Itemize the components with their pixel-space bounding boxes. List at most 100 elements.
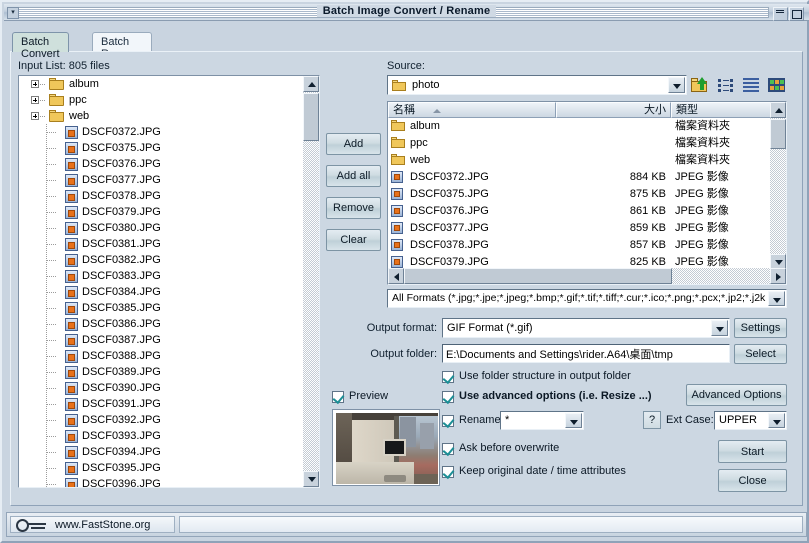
rename-checkbox[interactable]: Rename: [442, 414, 501, 426]
start-button[interactable]: Start: [718, 440, 787, 463]
output-folder-input[interactable]: E:\Documents and Settings\rider.A64\桌面\t…: [442, 344, 730, 363]
close-button[interactable]: Close: [718, 469, 787, 492]
tree-file-row[interactable]: DSCF0393.JPG: [19, 428, 305, 444]
image-file-icon: [65, 222, 78, 235]
tree-file-row[interactable]: DSCF0383.JPG: [19, 268, 305, 284]
file-list-vscrollbar[interactable]: [770, 102, 786, 270]
file-list-hscrollbar[interactable]: [388, 268, 786, 284]
rename-pattern-combo[interactable]: *: [500, 411, 584, 430]
tree-file-row[interactable]: DSCF0385.JPG: [19, 300, 305, 316]
format-filter-combo[interactable]: All Formats (*.jpg;*.jpe;*.jpeg;*.bmp;*.…: [387, 289, 787, 308]
tree-file-row[interactable]: DSCF0381.JPG: [19, 236, 305, 252]
chevron-down-icon[interactable]: [768, 291, 785, 306]
add-button[interactable]: Add: [326, 133, 381, 155]
tree-file-row[interactable]: DSCF0392.JPG: [19, 412, 305, 428]
tree-file-row[interactable]: DSCF0384.JPG: [19, 284, 305, 300]
clear-button[interactable]: Clear: [326, 229, 381, 251]
settings-button[interactable]: Settings: [734, 318, 787, 338]
tree-file-row[interactable]: DSCF0376.JPG: [19, 156, 305, 172]
tree-item-label: DSCF0388.JPG: [82, 348, 161, 364]
input-list-tree[interactable]: albumppcwebDSCF0372.JPGDSCF0375.JPGDSCF0…: [18, 75, 320, 488]
table-row[interactable]: DSCF0375.JPG875 KBJPEG 影像: [388, 186, 770, 203]
chevron-down-icon[interactable]: [565, 413, 582, 428]
preview-checkbox[interactable]: Preview: [332, 390, 388, 402]
table-row[interactable]: DSCF0377.JPG859 KBJPEG 影像: [388, 220, 770, 237]
tree-file-row[interactable]: DSCF0391.JPG: [19, 396, 305, 412]
table-row[interactable]: DSCF0378.JPG857 KBJPEG 影像: [388, 237, 770, 254]
advanced-options-button[interactable]: Advanced Options: [686, 384, 787, 406]
tree-folder-row[interactable]: album: [19, 76, 305, 92]
scroll-right-button[interactable]: [770, 268, 786, 284]
tree-file-row[interactable]: DSCF0378.JPG: [19, 188, 305, 204]
add-all-button[interactable]: Add all: [326, 165, 381, 187]
use-folder-structure-checkbox[interactable]: Use folder structure in output folder: [442, 370, 631, 382]
chevron-down-icon[interactable]: [768, 413, 785, 428]
chevron-down-icon[interactable]: [711, 320, 728, 336]
table-row[interactable]: ppc檔案資料夾: [388, 135, 770, 152]
remove-button[interactable]: Remove: [326, 197, 381, 219]
chevron-down-icon[interactable]: [668, 77, 685, 93]
source-file-list[interactable]: 名稱 大小 類型 album檔案資料夾ppc檔案資料夾web檔案資料夾DSCF0…: [387, 101, 787, 285]
list-view-icon[interactable]: [718, 77, 736, 94]
title-bar: ▾ Batch Image Convert / Rename: [4, 4, 809, 21]
details-view-icon[interactable]: [743, 77, 761, 94]
ext-case-value: UPPER: [719, 412, 766, 429]
tree-file-row[interactable]: DSCF0375.JPG: [19, 140, 305, 156]
tree-file-row[interactable]: DSCF0372.JPG: [19, 124, 305, 140]
column-header-name[interactable]: 名稱: [388, 102, 556, 118]
cell-name: DSCF0376.JPG: [410, 203, 489, 220]
keep-original-date-checkbox[interactable]: Keep original date / time attributes: [442, 465, 626, 477]
source-folder-combo[interactable]: photo: [387, 75, 687, 95]
tree-file-row[interactable]: DSCF0386.JPG: [19, 316, 305, 332]
window-title-text: Batch Image Convert / Rename: [317, 5, 497, 17]
up-one-level-icon[interactable]: [691, 77, 709, 94]
tree-file-row[interactable]: DSCF0380.JPG: [19, 220, 305, 236]
scroll-left-button[interactable]: [388, 268, 404, 284]
table-row[interactable]: DSCF0376.JPG861 KBJPEG 影像: [388, 203, 770, 220]
status-website-cell[interactable]: www.FastStone.org: [10, 516, 175, 533]
maximize-icon[interactable]: [789, 7, 804, 21]
column-header-size[interactable]: 大小: [556, 102, 671, 118]
expand-icon[interactable]: [31, 112, 39, 120]
scrollbar-thumb[interactable]: [303, 93, 319, 141]
scroll-down-button[interactable]: [303, 471, 319, 487]
tree-file-row[interactable]: DSCF0389.JPG: [19, 364, 305, 380]
tree-file-row[interactable]: DSCF0387.JPG: [19, 332, 305, 348]
tree-file-row[interactable]: DSCF0394.JPG: [19, 444, 305, 460]
input-list-scrollbar[interactable]: [303, 76, 319, 487]
table-row[interactable]: album檔案資料夾: [388, 118, 770, 135]
tree-file-row[interactable]: DSCF0396.JPG: [19, 476, 305, 487]
output-format-combo[interactable]: GIF Format (*.gif): [442, 318, 730, 338]
system-menu-icon[interactable]: ▾: [7, 7, 19, 19]
scroll-up-button[interactable]: [770, 102, 786, 118]
tab-batch-convert[interactable]: Batch Convert: [12, 32, 69, 52]
format-filter-value: All Formats (*.jpg;*.jpe;*.jpeg;*.bmp;*.…: [392, 290, 766, 307]
advanced-options-label: Advanced Options: [692, 389, 782, 401]
scrollbar-track[interactable]: [303, 92, 319, 471]
help-button[interactable]: ?: [643, 411, 661, 429]
tree-file-row[interactable]: DSCF0390.JPG: [19, 380, 305, 396]
scrollbar-thumb[interactable]: [770, 119, 786, 149]
cell-name: web: [410, 152, 430, 169]
select-folder-button[interactable]: Select: [734, 344, 787, 364]
tree-file-row[interactable]: DSCF0388.JPG: [19, 348, 305, 364]
scroll-up-button[interactable]: [303, 76, 319, 92]
tree-item-label: DSCF0382.JPG: [82, 252, 161, 268]
tree-folder-row[interactable]: ppc: [19, 92, 305, 108]
expand-icon[interactable]: [31, 80, 39, 88]
ask-before-overwrite-checkbox[interactable]: Ask before overwrite: [442, 442, 559, 454]
tree-file-row[interactable]: DSCF0377.JPG: [19, 172, 305, 188]
scrollbar-thumb[interactable]: [404, 268, 672, 284]
table-row[interactable]: DSCF0372.JPG884 KBJPEG 影像: [388, 169, 770, 186]
table-row[interactable]: web檔案資料夾: [388, 152, 770, 169]
tree-file-row[interactable]: DSCF0395.JPG: [19, 460, 305, 476]
use-advanced-options-checkbox[interactable]: Use advanced options (i.e. Resize ...): [442, 390, 652, 402]
tree-folder-row[interactable]: web: [19, 108, 305, 124]
tab-batch-rename[interactable]: Batch Rename: [92, 32, 152, 52]
tree-file-row[interactable]: DSCF0379.JPG: [19, 204, 305, 220]
ext-case-combo[interactable]: UPPER: [714, 411, 787, 430]
minimize-icon[interactable]: [773, 7, 788, 21]
thumbnails-view-icon[interactable]: [768, 77, 786, 94]
tree-file-row[interactable]: DSCF0382.JPG: [19, 252, 305, 268]
expand-icon[interactable]: [31, 96, 39, 104]
